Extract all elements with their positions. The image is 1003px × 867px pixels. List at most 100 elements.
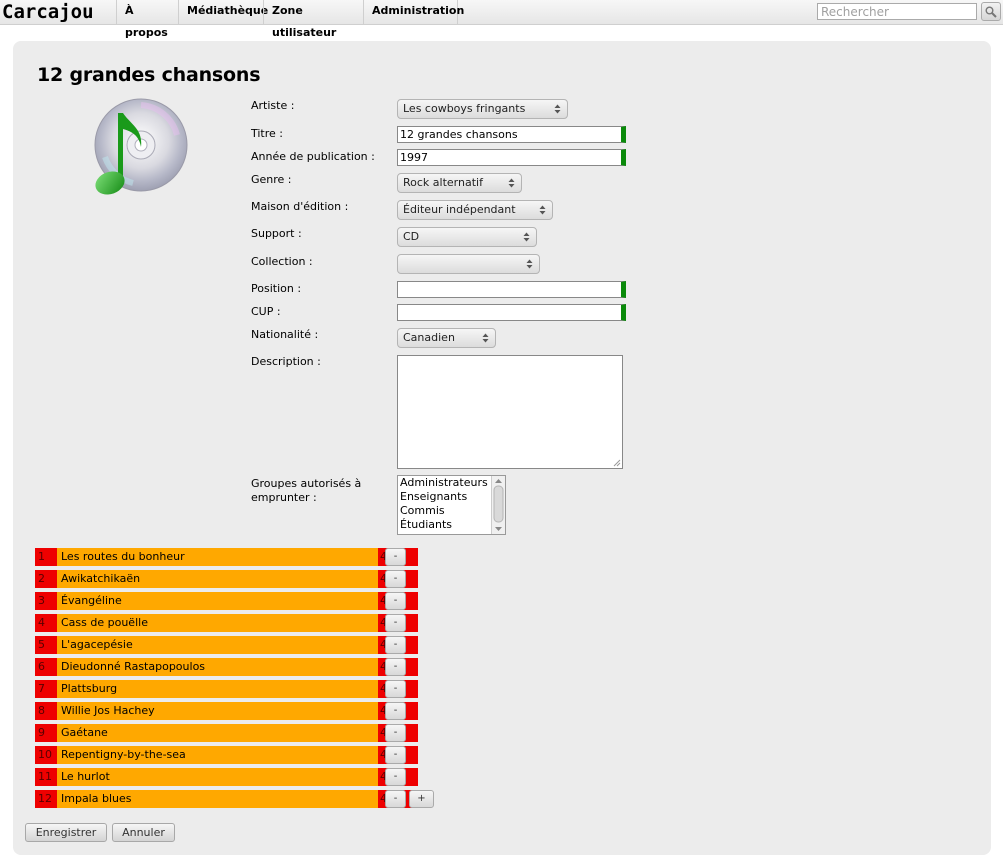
remove-track-button[interactable]: - — [385, 680, 406, 698]
remove-track-button[interactable]: - — [385, 614, 406, 632]
track-number: 6 — [35, 658, 57, 676]
add-track-button[interactable]: + — [409, 790, 434, 808]
remove-track-button[interactable]: - — [385, 724, 406, 742]
genre-select-value: Rock alternatif — [403, 176, 483, 189]
group-option[interactable]: Commis — [398, 504, 505, 518]
remove-track-button[interactable]: - — [385, 768, 406, 786]
collection-select[interactable] — [397, 254, 540, 274]
track-row: 5L'agacepésie4:45- — [35, 636, 418, 654]
artist-select[interactable]: Les cowboys fringants — [397, 99, 568, 119]
groups-label-line1: Groupes autorisés à — [251, 477, 362, 490]
cd-music-note-icon — [94, 98, 188, 195]
track-title[interactable]: Impala blues — [57, 790, 378, 808]
description-label: Description : — [251, 355, 321, 368]
remove-track-button[interactable]: - — [385, 592, 406, 610]
track-title[interactable]: Repentigny-by-the-sea — [57, 746, 378, 764]
position-label: Position : — [251, 282, 302, 295]
nav-item-zone-utilisateur[interactable]: Zone utilisateur — [263, 0, 363, 39]
nav-item-administration[interactable]: Administration — [363, 0, 464, 24]
nav-item-a-propos[interactable]: À propos — [116, 0, 178, 39]
track-row: 6Dieudonné Rastapopoulos4:45- — [35, 658, 418, 676]
track-row: 8Willie Jos Hachey4:45- — [35, 702, 418, 720]
remove-track-button[interactable]: - — [385, 790, 406, 808]
remove-track-button[interactable]: - — [385, 746, 406, 764]
track-title[interactable]: Cass de pouëlle — [57, 614, 378, 632]
genre-label: Genre : — [251, 173, 292, 186]
nationality-label: Nationalité : — [251, 328, 319, 341]
cup-input[interactable] — [397, 304, 626, 321]
resize-grip-icon[interactable] — [612, 458, 621, 467]
track-title[interactable]: Awikatchikaën — [57, 570, 378, 588]
select-arrows-icon — [482, 333, 489, 343]
group-option[interactable]: Enseignants — [398, 490, 505, 504]
track-row: 3Évangéline4:45- — [35, 592, 418, 610]
nav-item-mediatheque[interactable]: Médiathèque — [178, 0, 268, 24]
track-title[interactable]: Le hurlot — [57, 768, 378, 786]
track-number: 11 — [35, 768, 57, 786]
track-number: 4 — [35, 614, 57, 632]
track-row: 7Plattsburg4:45- — [35, 680, 418, 698]
remove-track-button[interactable]: - — [385, 548, 406, 566]
track-number: 8 — [35, 702, 57, 720]
description-textarea[interactable] — [397, 355, 623, 469]
track-number: 12 — [35, 790, 57, 808]
track-row: 1Les routes du bonheur4:45- — [35, 548, 418, 566]
track-title[interactable]: Les routes du bonheur — [57, 548, 378, 566]
title-label: Titre : — [251, 127, 284, 140]
remove-track-button[interactable]: - — [385, 636, 406, 654]
track-number: 1 — [35, 548, 57, 566]
site-logo[interactable]: Carcajou — [2, 0, 94, 24]
track-number: 3 — [35, 592, 57, 610]
track-title[interactable]: Dieudonné Rastapopoulos — [57, 658, 378, 676]
group-option[interactable]: Étudiants — [398, 518, 505, 532]
title-input[interactable]: 12 grandes chansons — [397, 126, 626, 143]
groups-listbox[interactable]: Administrateurs Enseignants Commis Étudi… — [397, 475, 506, 535]
track-row: 12Impala blues4:45- — [35, 790, 418, 808]
page-title: 12 grandes chansons — [37, 64, 261, 86]
track-title[interactable]: Plattsburg — [57, 680, 378, 698]
save-button[interactable]: Enregistrer — [25, 823, 107, 842]
listbox-scrollbar[interactable] — [491, 476, 505, 534]
track-title[interactable]: Willie Jos Hachey — [57, 702, 378, 720]
remove-track-button[interactable]: - — [385, 658, 406, 676]
nationality-select-value: Canadien — [403, 331, 455, 344]
track-row: 2Awikatchikaën4:45- — [35, 570, 418, 588]
scrollbar-arrows-icon — [493, 479, 504, 531]
group-option[interactable]: Administrateurs — [398, 476, 505, 490]
track-title[interactable]: Évangéline — [57, 592, 378, 610]
track-row: 10Repentigny-by-the-sea4:45- — [35, 746, 418, 764]
remove-track-button[interactable]: - — [385, 702, 406, 720]
support-select[interactable]: CD — [397, 227, 537, 247]
support-select-value: CD — [403, 230, 420, 243]
track-row: 4Cass de pouëlle4:45- — [35, 614, 418, 632]
groups-label: Groupes autorisés à emprunter : — [251, 477, 361, 505]
collection-label: Collection : — [251, 255, 313, 268]
track-title[interactable]: Gaétane — [57, 724, 378, 742]
top-nav-bar: Carcajou À propos Médiathèque Zone utili… — [0, 0, 1003, 39]
select-arrows-icon — [508, 178, 515, 188]
groups-label-line2: emprunter : — [251, 491, 317, 504]
search-button[interactable] — [981, 2, 1001, 21]
select-arrows-icon — [523, 232, 530, 242]
year-input[interactable]: 1997 — [397, 149, 626, 166]
nationality-select[interactable]: Canadien — [397, 328, 496, 348]
publisher-label: Maison d'édition : — [251, 200, 349, 213]
track-number: 9 — [35, 724, 57, 742]
magnifier-icon — [985, 6, 997, 18]
select-arrows-icon — [526, 259, 533, 269]
track-number: 5 — [35, 636, 57, 654]
track-row: 9Gaétane4:45- — [35, 724, 418, 742]
select-arrows-icon — [554, 104, 561, 114]
track-number: 7 — [35, 680, 57, 698]
remove-track-button[interactable]: - — [385, 570, 406, 588]
artist-select-value: Les cowboys fringants — [403, 102, 526, 115]
search-input[interactable] — [817, 3, 977, 20]
publisher-select-value: Éditeur indépendant — [403, 203, 516, 216]
track-row: 11Le hurlot4:45- — [35, 768, 418, 786]
track-title[interactable]: L'agacepésie — [57, 636, 378, 654]
genre-select[interactable]: Rock alternatif — [397, 173, 522, 193]
cancel-button[interactable]: Annuler — [112, 823, 175, 842]
publisher-select[interactable]: Éditeur indépendant — [397, 200, 553, 220]
position-input[interactable] — [397, 281, 626, 298]
track-number: 2 — [35, 570, 57, 588]
